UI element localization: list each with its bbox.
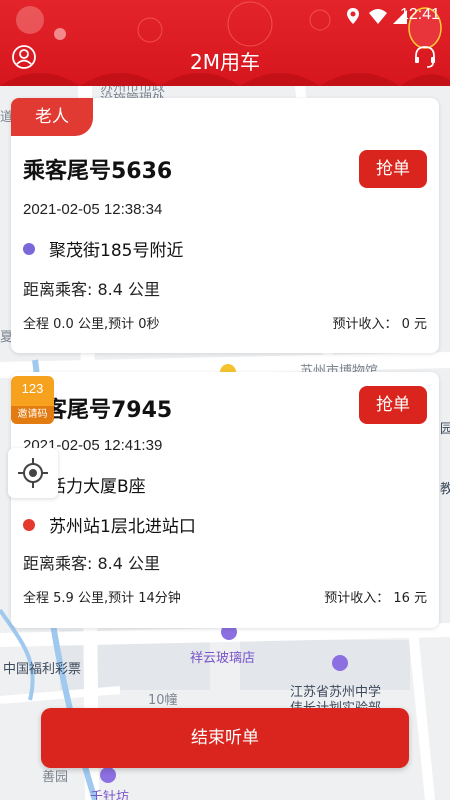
end-listening-button[interactable]: 结束听单 (41, 708, 409, 768)
map-label: 千针坊 (90, 790, 130, 800)
estimated-income: 预计收入： 0 元 (332, 317, 427, 332)
dropoff-location: 苏州站1层北进站口 (23, 512, 196, 537)
pickup-location: 聚茂街185号附近 (23, 236, 183, 261)
status-bar: 12:41 (0, 0, 450, 32)
map-label: 10幢 (148, 693, 178, 708)
map-label: 教 (440, 482, 450, 497)
wifi-icon (369, 9, 387, 24)
map-label: 善园 (42, 770, 69, 785)
dropoff-address: 苏州站1层北进站口 (49, 517, 196, 537)
distance-to-passenger: 距离乘客: 8.4 公里 (23, 280, 161, 299)
trip-summary: 全程 0.0 公里,预计 0秒 (23, 317, 160, 332)
headset-icon[interactable] (412, 44, 438, 70)
map-label: 园 (440, 422, 450, 437)
app-header: 12:41 2M用车 (0, 0, 450, 86)
invite-code-button[interactable]: 123 邀请码 (11, 376, 54, 424)
grab-order-button[interactable]: 抢单 (359, 150, 427, 188)
distance-to-passenger: 距离乘客: 8.4 公里 (23, 554, 161, 573)
pickup-address: 活力大厦B座 (49, 477, 146, 497)
trip-summary: 全程 5.9 公里,预计 14分钟 (23, 591, 181, 606)
order-card[interactable]: 乘客尾号7945 抢单 2021-02-05 12:41:39 活力大厦B座 苏… (11, 372, 439, 628)
order-card[interactable]: 老人 乘客尾号5636 抢单 2021-02-05 12:38:34 聚茂街18… (11, 98, 439, 353)
map-label: 祥云玻璃店 (190, 651, 256, 666)
crosshair-icon (18, 458, 48, 488)
passenger-id: 乘客尾号5636 (23, 159, 173, 184)
status-time: 12:41 (399, 6, 440, 23)
pickup-dot-icon (23, 242, 35, 255)
pickup-address: 聚茂街185号附近 (49, 241, 184, 261)
invite-label: 邀请码 (11, 406, 54, 424)
invite-number: 123 (21, 381, 44, 396)
map-label: 中国福利彩票 (3, 662, 82, 677)
page-title: 2M用车 (190, 50, 260, 74)
location-pin-icon (347, 8, 359, 24)
estimated-income: 预计收入： 16 元 (324, 591, 427, 606)
elder-tag: 老人 (11, 98, 93, 136)
dropoff-dot-icon (23, 518, 35, 531)
grab-order-button[interactable]: 抢单 (359, 386, 427, 424)
locate-button[interactable] (8, 448, 58, 498)
order-time: 2021-02-05 12:38:34 (23, 201, 163, 218)
